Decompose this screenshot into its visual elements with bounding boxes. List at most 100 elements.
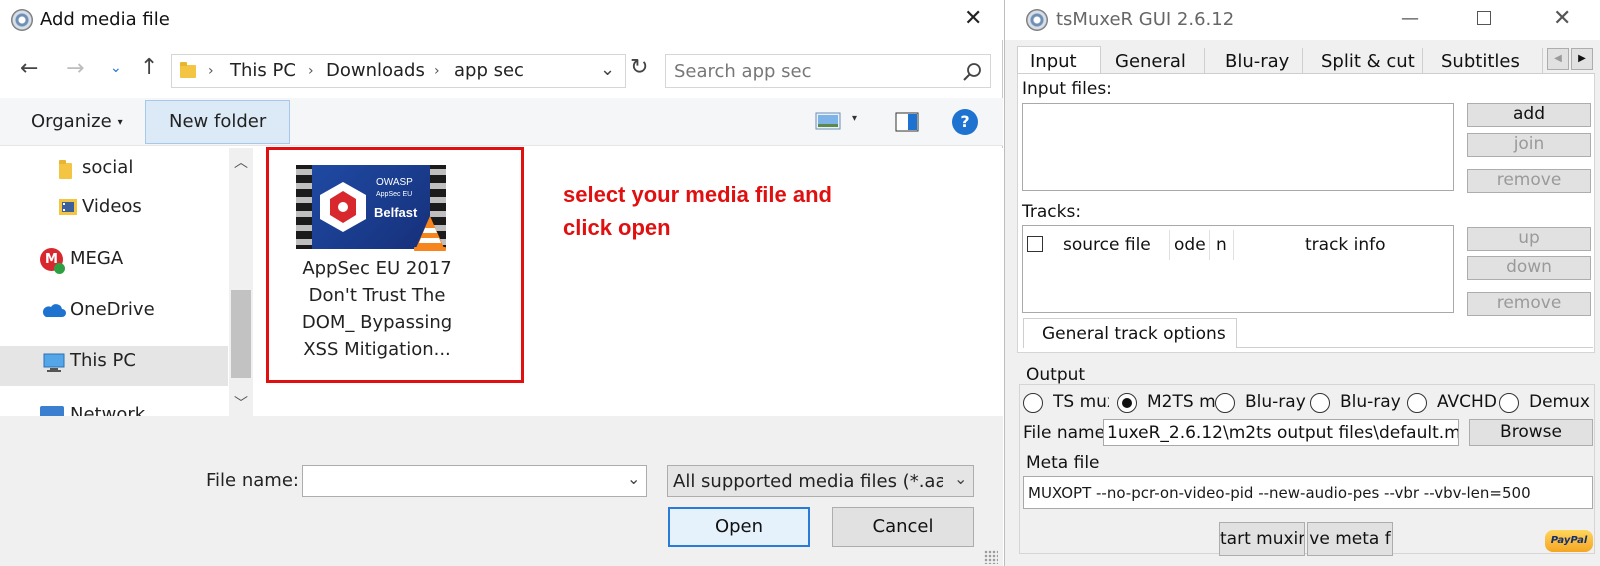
up-arrow-icon[interactable]: ↑ bbox=[140, 55, 158, 80]
tab-split-cut-label: Split & cut bbox=[1321, 51, 1415, 72]
open-button[interactable]: Open bbox=[668, 507, 810, 547]
output-group-label: Output bbox=[1026, 365, 1086, 385]
radio-ts-mux-label: TS mux bbox=[1053, 392, 1109, 412]
nav-item-this-pc[interactable]: This PC bbox=[70, 350, 136, 371]
dialog-titlebar: Add media file ✕ bbox=[0, 0, 1003, 40]
maximize-icon[interactable] bbox=[1477, 11, 1491, 25]
view-dropdown-icon[interactable]: ▾ bbox=[852, 113, 857, 124]
nav-scroll-thumb[interactable] bbox=[231, 290, 251, 378]
nav-item-social[interactable]: social bbox=[82, 157, 133, 178]
column-track-info[interactable]: track info bbox=[1305, 235, 1386, 255]
column-lang[interactable]: n bbox=[1216, 235, 1227, 255]
refresh-icon[interactable]: ↻ bbox=[630, 55, 648, 80]
file-name-label: File name: bbox=[206, 470, 299, 491]
folder-icon bbox=[59, 160, 72, 179]
annotation-line-1: select your media file and bbox=[563, 182, 832, 207]
organize-button[interactable]: Organize ▾ bbox=[31, 111, 123, 132]
view-mode-icon[interactable] bbox=[815, 112, 841, 130]
resize-grip-icon[interactable] bbox=[984, 550, 998, 564]
up-button[interactable]: up bbox=[1467, 227, 1591, 251]
close-icon[interactable]: ✕ bbox=[964, 6, 982, 31]
tab-general[interactable]: General bbox=[1101, 48, 1205, 73]
browse-button[interactable]: Browse bbox=[1469, 419, 1593, 446]
new-folder-label: New folder bbox=[169, 111, 267, 132]
preview-pane-icon[interactable] bbox=[895, 112, 919, 132]
back-arrow-icon[interactable]: ← bbox=[20, 56, 38, 81]
app-gear-icon bbox=[11, 9, 33, 31]
help-icon[interactable]: ? bbox=[952, 109, 978, 135]
address-dropdown-icon[interactable]: ⌄ bbox=[600, 59, 615, 80]
save-meta-file-button[interactable]: ve meta f bbox=[1307, 522, 1393, 556]
instruction-annotation: select your media file and click open bbox=[563, 178, 832, 244]
chevron-right-icon: › bbox=[434, 63, 440, 79]
remove-input-button[interactable]: remove bbox=[1467, 169, 1591, 193]
join-button[interactable]: join bbox=[1467, 133, 1591, 157]
tab-input[interactable]: Input bbox=[1017, 46, 1101, 74]
radio-bluray-folder[interactable] bbox=[1310, 393, 1330, 413]
file-type-select[interactable]: All supported media files (*.aac ⌄ bbox=[667, 465, 974, 497]
tab-scroll-left-icon[interactable]: ◀ bbox=[1547, 48, 1569, 70]
radio-bluray-iso[interactable] bbox=[1215, 393, 1235, 413]
remove-track-button[interactable]: remove bbox=[1467, 292, 1591, 316]
tracks-label: Tracks: bbox=[1022, 202, 1082, 222]
radio-m2ts-mux[interactable] bbox=[1117, 393, 1137, 413]
radio-avchd-label: AVCHD bbox=[1437, 392, 1497, 412]
file-type-value: All supported media files (*.aac bbox=[673, 471, 943, 492]
address-bar[interactable]: › This PC › Downloads › app sec ⌄ bbox=[171, 54, 626, 88]
breadcrumb-downloads[interactable]: Downloads bbox=[326, 60, 425, 81]
owasp-wasp-icon bbox=[320, 182, 366, 232]
network-icon bbox=[40, 406, 66, 416]
search-input[interactable]: Search app sec bbox=[674, 61, 812, 82]
search-icon[interactable] bbox=[962, 62, 982, 82]
cancel-button[interactable]: Cancel bbox=[832, 507, 974, 547]
file-name-line-2: Don't Trust The bbox=[308, 285, 446, 306]
meta-file-textarea[interactable]: MUXOPT --no-pcr-on-video-pid --new-audio… bbox=[1023, 476, 1593, 509]
nav-item-network[interactable]: Network bbox=[70, 402, 145, 416]
output-file-name-input[interactable]: 1uxeR_2.6.12\m2ts output files\default.m… bbox=[1103, 419, 1459, 446]
recent-dropdown-icon[interactable]: ⌄ bbox=[110, 60, 122, 76]
subtab-underline bbox=[1237, 347, 1593, 348]
new-folder-button[interactable]: New folder bbox=[145, 100, 290, 144]
close-icon[interactable]: ✕ bbox=[1553, 6, 1571, 31]
file-name-text[interactable]: AppSec EU 2017 Don't Trust The DOM_ Bypa… bbox=[282, 255, 472, 363]
breadcrumb-app-sec[interactable]: app sec bbox=[454, 60, 524, 81]
select-all-checkbox[interactable] bbox=[1027, 236, 1043, 252]
radio-ts-mux[interactable] bbox=[1023, 393, 1043, 413]
file-name-line-3: DOM_ Bypassing bbox=[301, 312, 453, 333]
tab-bluray[interactable]: Blu-ray bbox=[1205, 48, 1303, 73]
meta-file-group-label: Meta file bbox=[1026, 453, 1100, 473]
down-button[interactable]: down bbox=[1467, 256, 1591, 280]
file-type-dropdown-icon[interactable]: ⌄ bbox=[954, 469, 967, 488]
start-muxing-button[interactable]: tart muxin bbox=[1219, 522, 1305, 556]
caret-down-icon: ▾ bbox=[117, 116, 123, 128]
tab-split-cut[interactable]: Split & cut bbox=[1303, 48, 1423, 73]
tab-general-track-options[interactable]: General track options bbox=[1023, 318, 1237, 348]
radio-bluray-folder-label: Blu-ray bbox=[1340, 392, 1401, 412]
radio-demux[interactable] bbox=[1499, 393, 1519, 413]
scroll-down-icon[interactable]: ﹀ bbox=[234, 393, 248, 413]
input-files-list[interactable] bbox=[1022, 103, 1454, 191]
nav-item-videos[interactable]: Videos bbox=[82, 196, 142, 217]
minimize-icon[interactable]: — bbox=[1401, 8, 1419, 29]
file-name-line-4: XSS Mitigation... bbox=[303, 339, 451, 360]
radio-avchd[interactable] bbox=[1407, 393, 1427, 413]
tsmuxer-window: tsMuxeR GUI 2.6.12 — ✕ Input General Blu… bbox=[1004, 0, 1600, 566]
tsmuxer-title: tsMuxeR GUI 2.6.12 bbox=[1056, 9, 1235, 30]
tab-subtitles[interactable]: Subtitles bbox=[1423, 48, 1543, 73]
paypal-donate-button[interactable]: PayPal bbox=[1545, 530, 1593, 552]
search-box[interactable]: Search app sec bbox=[665, 54, 991, 88]
column-codec[interactable]: ode bbox=[1174, 235, 1206, 255]
nav-item-onedrive[interactable]: OneDrive bbox=[70, 299, 155, 320]
forward-arrow-icon[interactable]: → bbox=[66, 56, 84, 81]
scroll-up-icon[interactable]: ︿ bbox=[234, 152, 248, 172]
column-source-file[interactable]: source file bbox=[1063, 235, 1151, 255]
file-name-combo[interactable]: ⌄ bbox=[302, 465, 647, 497]
tracks-list[interactable]: source file ode n track info bbox=[1022, 225, 1454, 313]
sync-ok-badge-icon bbox=[54, 263, 65, 274]
file-name-dropdown-icon[interactable]: ⌄ bbox=[627, 469, 640, 488]
tab-scroll-right-icon[interactable]: ▶ bbox=[1571, 48, 1593, 70]
tracks-header: source file ode n track info bbox=[1043, 226, 1453, 264]
add-button[interactable]: add bbox=[1467, 103, 1591, 127]
breadcrumb-this-pc[interactable]: This PC bbox=[230, 60, 296, 81]
nav-item-mega[interactable]: MEGA bbox=[70, 248, 123, 269]
